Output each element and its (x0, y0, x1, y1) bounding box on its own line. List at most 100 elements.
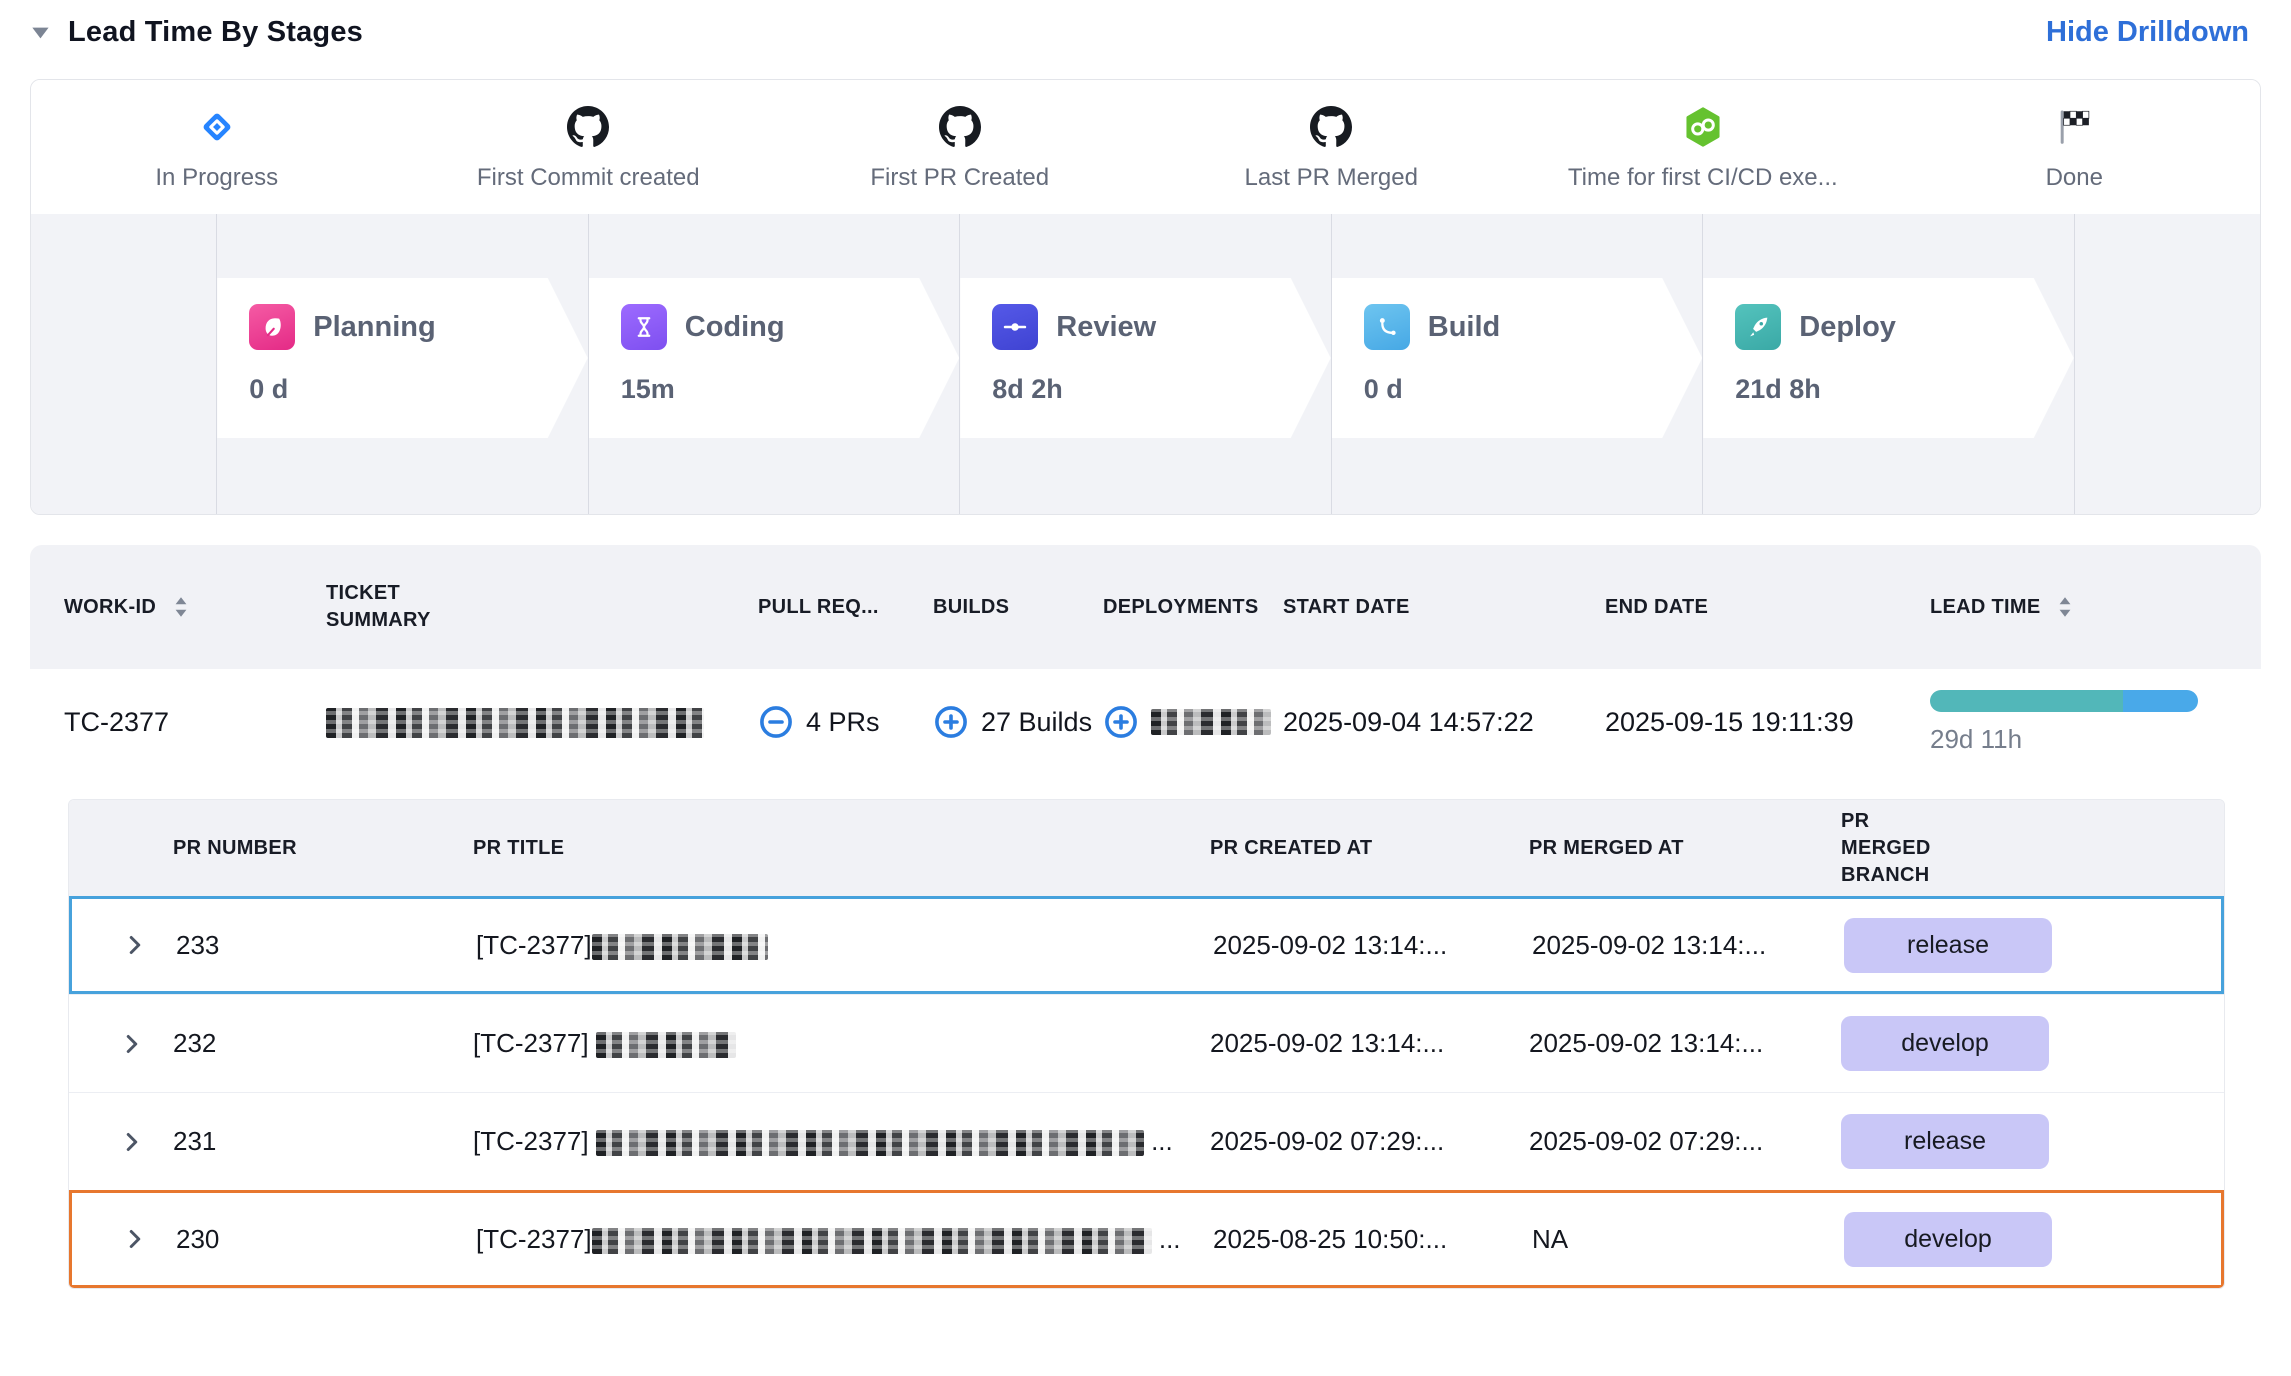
redacted-text (1151, 709, 1271, 735)
column-pr-merged-branch: PR MERGED BRANCH (1841, 808, 2224, 889)
pr-table-header: PR NUMBER PR TITLE PR CREATED AT PR MERG… (69, 800, 2224, 896)
milestone-label: Time for first CI/CD exe... (1568, 164, 1838, 192)
column-pr-number: PR NUMBER (173, 835, 473, 862)
milestone-first-commit: First Commit created (403, 106, 775, 192)
sort-icon[interactable] (172, 594, 190, 620)
github-icon (939, 106, 981, 148)
stage-name: Planning (313, 311, 435, 344)
column-pull-requests: PULL REQ... (758, 594, 933, 621)
ticket-summary-cell (326, 706, 758, 738)
redacted-text (592, 934, 768, 960)
chevron-right-icon[interactable] (120, 1224, 150, 1254)
milestone-label: Done (2046, 164, 2103, 192)
github-icon (567, 106, 609, 148)
stages-band: Planning 0 d Coding 15m (31, 214, 2260, 514)
builds-cell: 27 Builds (933, 704, 1103, 740)
branch-badge: develop (1844, 1212, 2052, 1267)
cicd-icon (1682, 106, 1724, 148)
planning-icon (249, 304, 295, 350)
milestone-label: Last PR Merged (1245, 164, 1418, 192)
column-lead-time: LEAD TIME (1930, 594, 2261, 621)
column-pr-title: PR TITLE (473, 835, 1210, 862)
page-title: Lead Time By Stages (68, 16, 363, 49)
milestone-label: In Progress (155, 164, 278, 192)
pr-number: 233 (176, 930, 476, 961)
work-items-table: WORK-ID TICKET SUMMARY PULL REQ... BUILD… (30, 545, 2261, 1289)
sort-icon[interactable] (2056, 594, 2074, 620)
column-pr-created-at: PR CREATED AT (1210, 835, 1529, 862)
pr-row-231[interactable]: 231 [TC-2377] ... 2025-09-02 07:29:... 2… (69, 1092, 2224, 1190)
coding-icon (621, 304, 667, 350)
column-pr-merged-at: PR MERGED AT (1529, 835, 1841, 862)
pr-merged-at: 2025-09-02 13:14:... (1529, 1028, 1841, 1059)
pr-created-at: 2025-09-02 13:14:... (1210, 1028, 1529, 1059)
expand-circle-plus-icon[interactable] (933, 704, 969, 740)
column-work-id: WORK-ID (64, 594, 326, 621)
deployments-cell (1103, 704, 1283, 740)
stage-review: Review 8d 2h (960, 214, 1332, 514)
column-end-date: END DATE (1605, 594, 1930, 621)
redacted-text (326, 708, 704, 738)
pr-number: 232 (173, 1028, 473, 1059)
collapse-triangle-icon[interactable] (28, 20, 54, 46)
stage-coding: Coding 15m (589, 214, 961, 514)
stage-name: Review (1056, 311, 1156, 344)
pr-title: [TC-2377] (476, 930, 1213, 961)
stage-deploy: Deploy 21d 8h (1703, 214, 2075, 514)
column-ticket-summary: TICKET SUMMARY (326, 580, 758, 634)
stage-build: Build 0 d (1332, 214, 1704, 514)
column-builds: BUILDS (933, 594, 1103, 621)
work-item-row[interactable]: TC-2377 4 PRs 27 Builds 2025-09-04 14:57… (30, 669, 2261, 775)
redacted-text (596, 1130, 1144, 1156)
chevron-right-icon[interactable] (117, 1029, 147, 1059)
work-table-header: WORK-ID TICKET SUMMARY PULL REQ... BUILD… (30, 545, 2261, 669)
lead-time-stages-panel: In Progress First Commit created First P… (30, 79, 2261, 515)
column-deployments: DEPLOYMENTS (1103, 594, 1283, 621)
pr-merged-at: NA (1532, 1224, 1844, 1255)
milestone-first-pr: First PR Created (774, 106, 1146, 192)
pull-requests-cell: 4 PRs (758, 704, 933, 740)
chevron-right-icon[interactable] (117, 1127, 147, 1157)
branch-badge: develop (1841, 1016, 2049, 1071)
build-count: 27 Builds (981, 707, 1092, 738)
pr-row-230[interactable]: 230 [TC-2377] ... 2025-08-25 10:50:... N… (69, 1190, 2224, 1288)
stage-duration: 21d 8h (1735, 374, 2074, 405)
milestone-in-progress: In Progress (31, 106, 403, 192)
review-icon (992, 304, 1038, 350)
stage-name: Deploy (1799, 311, 1896, 344)
milestone-done: Done (1889, 106, 2261, 192)
end-date-cell: 2025-09-15 19:11:39 (1605, 707, 1930, 738)
stage-duration: 0 d (1364, 374, 1703, 405)
finish-flag-icon (2053, 106, 2095, 148)
stage-name: Coding (685, 311, 785, 344)
branch-badge: release (1841, 1114, 2049, 1169)
redacted-text (592, 1228, 1152, 1254)
github-icon (1310, 106, 1352, 148)
pr-row-233[interactable]: 233 [TC-2377] 2025-09-02 13:14:... 2025-… (69, 896, 2224, 994)
pr-created-at: 2025-09-02 13:14:... (1213, 930, 1532, 961)
stage-name: Build (1428, 311, 1501, 344)
collapse-circle-minus-icon[interactable] (758, 704, 794, 740)
jira-status-icon (196, 106, 238, 148)
pr-row-232[interactable]: 232 [TC-2377] 2025-09-02 13:14:... 2025-… (69, 994, 2224, 1092)
chevron-right-icon[interactable] (120, 930, 150, 960)
branch-badge: release (1844, 918, 2052, 973)
stage-duration: 15m (621, 374, 960, 405)
milestone-cicd: Time for first CI/CD exe... (1517, 106, 1889, 192)
deploy-icon (1735, 304, 1781, 350)
expand-circle-plus-icon[interactable] (1103, 704, 1139, 740)
pr-merged-at: 2025-09-02 13:14:... (1532, 930, 1844, 961)
stage-planning: Planning 0 d (217, 214, 589, 514)
lead-time-bar (1930, 690, 2198, 712)
hide-drilldown-link[interactable]: Hide Drilldown (2046, 16, 2249, 49)
pr-number: 231 (173, 1126, 473, 1157)
stage-duration: 8d 2h (992, 374, 1331, 405)
work-id-cell: TC-2377 (64, 707, 326, 738)
redacted-text (596, 1032, 736, 1058)
milestone-label: First PR Created (870, 164, 1049, 192)
pr-merged-at: 2025-09-02 07:29:... (1529, 1126, 1841, 1157)
pr-drilldown-table: PR NUMBER PR TITLE PR CREATED AT PR MERG… (68, 799, 2225, 1289)
milestone-label: First Commit created (477, 164, 700, 192)
stage-duration: 0 d (249, 374, 588, 405)
milestone-row: In Progress First Commit created First P… (31, 80, 2260, 214)
